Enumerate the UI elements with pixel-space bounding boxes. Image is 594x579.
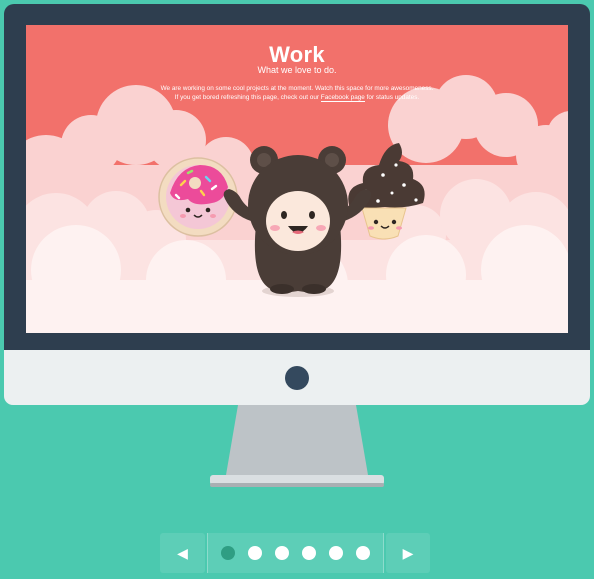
next-slide-button[interactable]: ▶ [386, 533, 430, 573]
monitor-screen: Work What we love to do. We are working … [26, 25, 568, 333]
body-line-2-suffix: for status updates. [364, 94, 420, 101]
monitor-stand [210, 405, 384, 487]
previous-slide-button[interactable]: ◀ [160, 533, 205, 573]
pager-dot-3[interactable] [275, 546, 289, 560]
chevron-left-icon: ◀ [177, 544, 188, 561]
page: Work What we love to do. We are working … [0, 0, 594, 579]
chevron-right-icon: ▶ [402, 544, 414, 561]
pager-dot-2[interactable] [248, 546, 262, 560]
pager-dot-1[interactable] [221, 546, 235, 560]
screen-subtitle: What we love to do. [257, 65, 337, 75]
pager-dot-6[interactable] [356, 546, 370, 560]
pager-dot-4[interactable] [302, 546, 316, 560]
body-line-2-prefix: If you get bored refreshing this page, c… [174, 94, 321, 101]
body-line-2: If you get bored refreshing this page, c… [26, 93, 568, 102]
pager-dot-5[interactable] [329, 546, 343, 560]
pager-dots [207, 533, 384, 573]
power-button-icon [285, 366, 309, 390]
slide-pager: ◀ ▶ [160, 533, 430, 573]
body-line-1: We are working on some cool projects at … [160, 85, 434, 92]
facebook-page-link[interactable]: Facebook page [320, 94, 365, 102]
screen-body-text: We are working on some cool projects at … [26, 84, 568, 102]
